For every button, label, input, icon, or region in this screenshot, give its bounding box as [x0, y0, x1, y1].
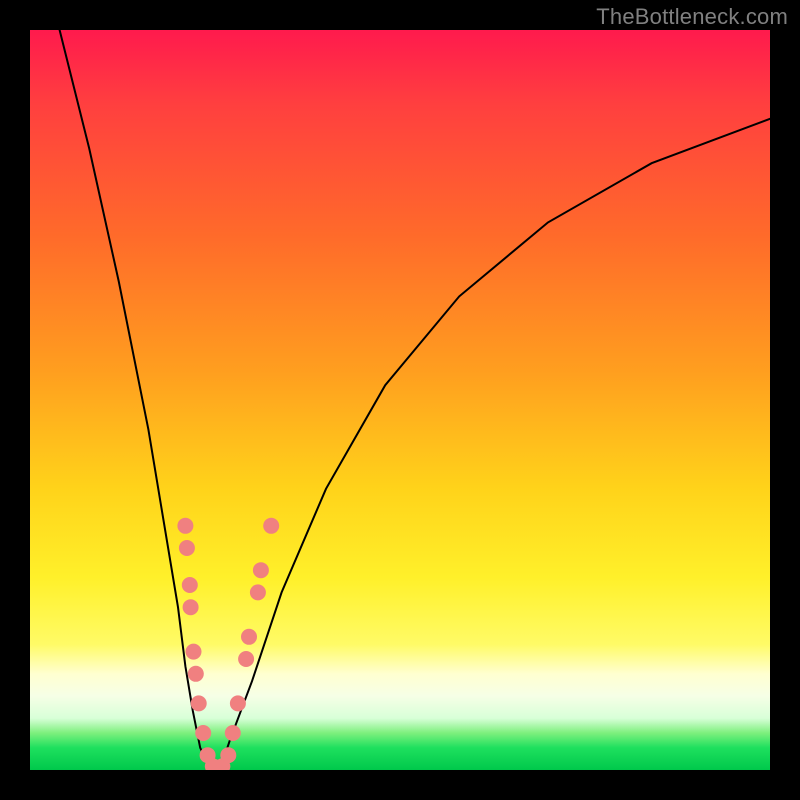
highlight-dot	[263, 518, 279, 534]
watermark-text: TheBottleneck.com	[596, 4, 788, 30]
highlight-dot	[183, 599, 199, 615]
highlight-dot	[182, 577, 198, 593]
chart-frame: TheBottleneck.com	[0, 0, 800, 800]
highlight-dot	[230, 695, 246, 711]
highlight-dot	[191, 695, 207, 711]
highlight-dot	[220, 747, 236, 763]
highlight-dot	[179, 540, 195, 556]
highlight-dot	[238, 651, 254, 667]
highlight-dot	[253, 562, 269, 578]
bottleneck-curve	[60, 30, 770, 770]
plot-area	[30, 30, 770, 770]
curve-layer	[30, 30, 770, 770]
highlight-dot	[188, 666, 204, 682]
highlight-dot	[177, 518, 193, 534]
highlight-dot	[186, 644, 202, 660]
highlight-dot	[250, 584, 266, 600]
highlight-dot	[241, 629, 257, 645]
highlight-dot	[195, 725, 211, 741]
highlight-dot	[225, 725, 241, 741]
